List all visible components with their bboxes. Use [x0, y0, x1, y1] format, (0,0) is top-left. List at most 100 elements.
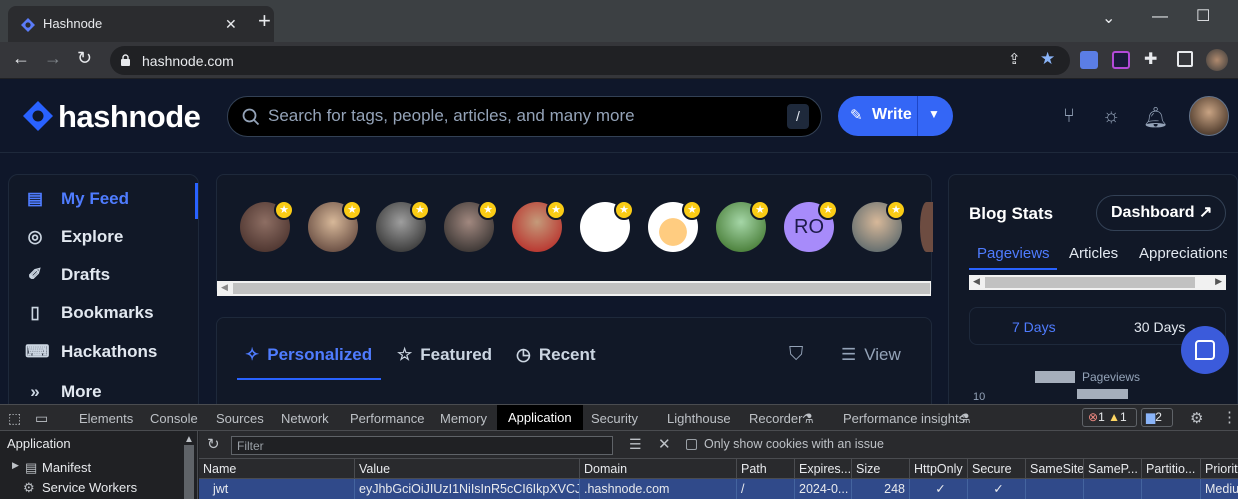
- tab-articles[interactable]: Articles: [1069, 245, 1118, 262]
- devtools-tab-application[interactable]: Application: [497, 405, 583, 430]
- search-bar[interactable]: /: [227, 96, 822, 137]
- tab-pageviews[interactable]: Pageviews: [977, 245, 1050, 262]
- dashboard-button[interactable]: Dashboard ↗: [1096, 195, 1226, 231]
- cookie-samesite-cell[interactable]: [1025, 479, 1083, 499]
- cookie-value-cell[interactable]: eyJhbGciOiJIUzI1NiIsInR5cCI6IkpXVCJ9...: [354, 479, 579, 499]
- column-header[interactable]: Size: [851, 459, 909, 479]
- issues-counter[interactable]: ⊗1 ▲1: [1082, 408, 1137, 427]
- maximize-icon[interactable]: ☐: [1196, 6, 1210, 26]
- devtools-tab-performance[interactable]: Performance: [350, 411, 424, 426]
- bookmark-star-icon[interactable]: ★: [1040, 49, 1055, 69]
- close-tab-icon[interactable]: ✕: [225, 16, 237, 33]
- omnibox[interactable]: hashnode.com ⇪ ★: [110, 46, 1070, 75]
- scroll-left-icon[interactable]: ◀: [973, 276, 980, 287]
- column-header[interactable]: Priority: [1200, 459, 1238, 479]
- settings-gear-icon[interactable]: ⚙: [1190, 409, 1203, 427]
- sidebar-item-drafts[interactable]: ✐ Drafts: [25, 265, 110, 291]
- devtools-tab-console[interactable]: Console: [150, 411, 198, 426]
- cookie-filter-input[interactable]: [231, 436, 613, 455]
- devtools-tab-memory[interactable]: Memory: [440, 411, 487, 426]
- column-header[interactable]: Expires...: [794, 459, 851, 479]
- share-icon[interactable]: ⇪: [1008, 50, 1021, 68]
- stories-scrollbar[interactable]: ◀: [217, 281, 931, 296]
- scroll-left-icon[interactable]: ◀: [221, 282, 228, 293]
- messages-counter[interactable]: ▆2: [1141, 408, 1173, 427]
- write-dropdown-icon[interactable]: ▼: [928, 107, 940, 121]
- sidebar-item-bookmarks[interactable]: ▯ Bookmarks: [25, 303, 153, 329]
- cookie-domain-cell[interactable]: .hashnode.com: [579, 479, 736, 499]
- column-header[interactable]: Path: [736, 459, 794, 479]
- write-button[interactable]: ✎ Write ▼: [838, 96, 953, 136]
- extension-icon[interactable]: [1112, 51, 1130, 69]
- cookie-name-cell[interactable]: jwt: [199, 479, 354, 499]
- column-header[interactable]: SameP...: [1083, 459, 1141, 479]
- sidebar-item-service-workers[interactable]: Service Workers: [42, 480, 137, 495]
- cookie-secure-cell[interactable]: ✓: [967, 479, 1025, 499]
- refresh-icon[interactable]: ↻: [207, 435, 220, 453]
- sidebar-item-hackathons[interactable]: ⌨ Hackathons: [25, 342, 157, 368]
- author-avatar[interactable]: ★: [308, 200, 362, 252]
- range-7-days[interactable]: 7 Days: [1012, 319, 1056, 335]
- scroll-up-icon[interactable]: ▲: [184, 434, 194, 445]
- devtools-tab-lighthouse[interactable]: Lighthouse: [667, 411, 731, 426]
- forward-icon[interactable]: →: [44, 48, 62, 69]
- filter-icon[interactable]: ⛉: [789, 344, 803, 366]
- theme-toggle-icon[interactable]: ☼: [1102, 105, 1120, 128]
- author-avatar[interactable]: ★: [716, 200, 770, 252]
- inspect-element-icon[interactable]: ⬚: [8, 410, 21, 427]
- cookie-expires-cell[interactable]: 2024-0...: [794, 479, 851, 499]
- column-header[interactable]: Secure: [967, 459, 1025, 479]
- author-avatar[interactable]: ★: [852, 200, 906, 252]
- devtools-tab-network[interactable]: Network: [281, 411, 329, 426]
- sidebar-item-explore[interactable]: ◎ Explore: [25, 227, 124, 253]
- column-header[interactable]: Partitio...: [1141, 459, 1200, 479]
- sidebar-item-manifest[interactable]: Manifest: [42, 460, 91, 475]
- new-tab-button[interactable]: +: [258, 10, 271, 32]
- author-avatar[interactable]: ★: [580, 200, 634, 252]
- side-panel-icon[interactable]: [1177, 51, 1193, 67]
- cookie-sameparty-cell[interactable]: [1083, 479, 1141, 499]
- cookie-httponly-cell[interactable]: ✓: [909, 479, 967, 499]
- profile-avatar[interactable]: [1206, 49, 1228, 71]
- tab-recent[interactable]: ◷ Recent: [516, 345, 596, 365]
- search-input[interactable]: [268, 106, 768, 126]
- tab-appreciations[interactable]: Appreciations: [1139, 245, 1227, 262]
- devtools-tab-performance-insights[interactable]: Performance insights: [843, 411, 965, 426]
- tab-personalized[interactable]: ✧ Personalized: [245, 345, 372, 365]
- scroll-right-icon[interactable]: ▶: [1215, 276, 1222, 287]
- devtools-tab-elements[interactable]: Elements: [79, 411, 133, 426]
- author-avatar[interactable]: RO ★: [784, 200, 838, 252]
- column-header[interactable]: Value: [354, 459, 579, 479]
- author-avatar[interactable]: ★: [376, 200, 430, 252]
- author-avatar[interactable]: ★: [512, 200, 566, 252]
- column-header[interactable]: Name: [199, 459, 354, 479]
- cookie-partition-cell[interactable]: [1141, 479, 1200, 499]
- only-issues-checkbox[interactable]: [686, 439, 697, 450]
- devtools-tab-sources[interactable]: Sources: [216, 411, 264, 426]
- tab-featured[interactable]: ☆ Featured: [397, 345, 492, 365]
- author-avatar[interactable]: ★: [444, 200, 498, 252]
- cookie-priority-cell[interactable]: Mediu: [1200, 479, 1238, 499]
- notifications-bell-icon[interactable]: 🔔︎: [1143, 105, 1168, 130]
- minimize-icon[interactable]: —: [1152, 8, 1168, 26]
- extensions-puzzle-icon[interactable]: ✚: [1144, 49, 1157, 69]
- author-avatar[interactable]: [920, 202, 933, 252]
- devtools-tab-security[interactable]: Security: [591, 411, 638, 426]
- more-options-icon[interactable]: ⋮: [1222, 408, 1237, 426]
- user-avatar[interactable]: [1189, 96, 1229, 136]
- cookie-size-cell[interactable]: 248: [851, 479, 909, 499]
- reload-icon[interactable]: ↻: [77, 48, 92, 69]
- author-avatar[interactable]: ★: [648, 200, 702, 252]
- git-branch-icon[interactable]: ⑂: [1063, 105, 1075, 128]
- view-toggle[interactable]: ☰ View: [841, 345, 901, 365]
- chat-support-button[interactable]: [1181, 326, 1229, 374]
- column-header[interactable]: SameSite: [1025, 459, 1083, 479]
- column-header[interactable]: HttpOnly: [909, 459, 967, 479]
- translate-extension-icon[interactable]: [1080, 51, 1098, 69]
- table-row[interactable]: jwt eyJhbGciOiJIUzI1NiIsInR5cCI6IkpXVCJ9…: [199, 479, 1238, 499]
- column-header[interactable]: Domain: [579, 459, 736, 479]
- delete-all-icon[interactable]: ✕: [658, 435, 671, 453]
- author-avatar[interactable]: ★: [240, 200, 294, 252]
- tab-search-icon[interactable]: ⌄: [1102, 8, 1115, 28]
- scrollbar-thumb[interactable]: [985, 277, 1195, 288]
